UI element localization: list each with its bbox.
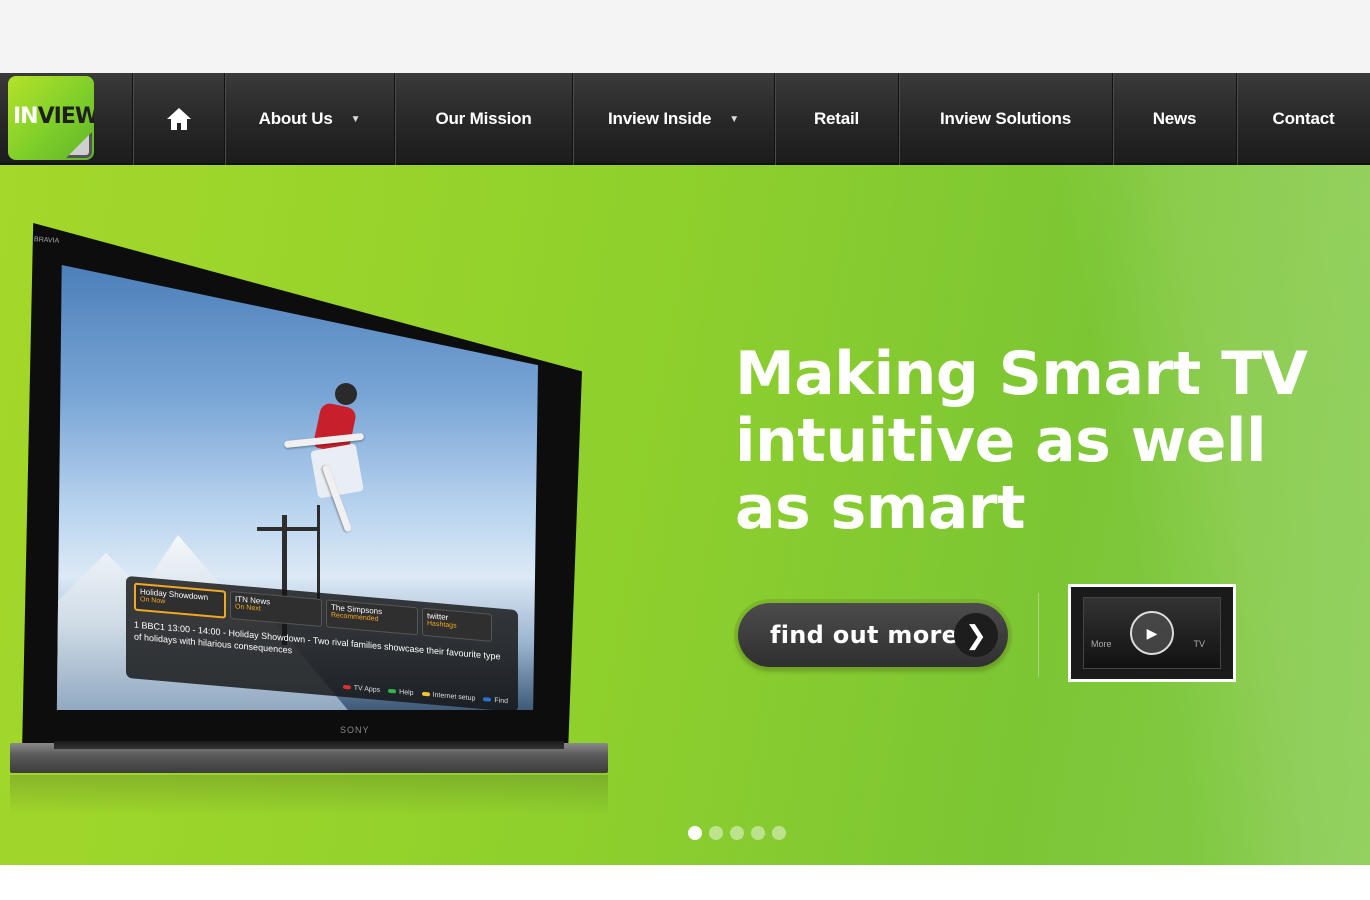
red-key-icon <box>342 684 351 690</box>
nav-home[interactable] <box>132 73 224 165</box>
tv-stand-top <box>54 741 564 749</box>
nav-contact-label: Contact <box>1272 109 1335 128</box>
slide-dot-5[interactable] <box>772 826 786 840</box>
nav-retail[interactable]: Retail <box>774 73 898 165</box>
epg-card: Holiday Showdown On Now <box>134 582 226 619</box>
nav-our-mission-label: Our Mission <box>435 109 532 128</box>
nav-inview-inside[interactable]: Inview Inside ▼ <box>572 73 774 165</box>
epg-legend-item: Help <box>388 688 414 698</box>
chevron-down-icon: ▼ <box>729 113 739 125</box>
chevron-down-icon: ▼ <box>350 113 361 125</box>
logo-wordmark: INVIEW <box>13 104 94 129</box>
hero-banner: BRAVIA Holiday Showdown On Now ITN News <box>0 165 1370 865</box>
epg-legend-label: Find <box>494 697 508 706</box>
slide-dot-3[interactable] <box>730 826 744 840</box>
tv-brand-bottom: SONY <box>340 725 370 735</box>
yellow-key-icon <box>421 691 430 697</box>
nav-contact[interactable]: Contact <box>1236 73 1370 165</box>
nav-news-label: News <box>1152 109 1197 128</box>
play-icon[interactable]: ▶ <box>1130 611 1174 655</box>
home-icon <box>166 108 191 130</box>
nav-news[interactable]: News <box>1112 73 1236 165</box>
nav-about-us[interactable]: About Us ▼ <box>224 73 394 165</box>
slide-dot-4[interactable] <box>751 826 765 840</box>
nav-inview-inside-label: Inview Inside <box>608 109 712 128</box>
logo-corner-icon <box>66 132 92 158</box>
epg-card: twitter Hashtags <box>422 607 492 642</box>
nav-inview-solutions-label: Inview Solutions <box>940 109 1071 128</box>
page-content-below <box>0 865 1370 900</box>
epg-legend-item: TV Apps <box>342 684 381 695</box>
slide-dot-1[interactable] <box>688 826 702 840</box>
logo-text-view: VIEW <box>37 104 94 129</box>
epg-legend-label: TV Apps <box>353 684 381 695</box>
video-caption-right: TV <box>1193 639 1205 649</box>
tv-image: BRAVIA Holiday Showdown On Now ITN News <box>0 165 620 825</box>
divider <box>1038 593 1039 677</box>
green-key-icon <box>388 688 397 694</box>
epg-card: ITN News On Next <box>230 590 322 627</box>
tv-reflection <box>10 775 608 815</box>
epg-legend-label: Help <box>399 688 414 698</box>
skier-head <box>335 383 357 405</box>
inview-logo[interactable]: INVIEW <box>8 76 94 160</box>
top-strip <box>0 0 1370 73</box>
nav-retail-label: Retail <box>813 109 860 128</box>
nav-our-mission[interactable]: Our Mission <box>394 73 572 165</box>
ski-lift-pole <box>317 505 320 605</box>
epg-legend-label: Internet setup <box>432 691 476 703</box>
tv-screen: Holiday Showdown On Now ITN News On Next… <box>56 265 538 710</box>
epg-legend-item: Find <box>483 696 508 705</box>
ski-lift-arm <box>257 527 317 531</box>
epg-legend-item: Internet setup <box>421 691 476 703</box>
slide-dot-2[interactable] <box>709 826 723 840</box>
main-navbar: INVIEW About Us ▼ Our Mission Inview Ins… <box>0 73 1370 165</box>
nav-about-us-label: About Us <box>258 109 333 128</box>
epg-legend: TV Apps Help Internet setup Find <box>342 684 508 705</box>
find-out-more-button[interactable]: find out more ❯ <box>738 603 1008 667</box>
hero-headline: Making Smart TV intuitive as well as sma… <box>735 339 1308 543</box>
find-out-more-label: find out more <box>770 621 959 649</box>
video-thumbnail[interactable]: More TV ▶ <box>1068 584 1236 682</box>
nav-inview-solutions[interactable]: Inview Solutions <box>898 73 1112 165</box>
video-caption-left: More <box>1091 639 1112 649</box>
blue-key-icon <box>483 697 492 702</box>
slide-pagination <box>688 826 786 840</box>
chevron-right-icon: ❯ <box>954 613 998 657</box>
logo-text-in: IN <box>13 104 39 129</box>
epg-card: The Simpsons Recommended <box>326 599 418 636</box>
